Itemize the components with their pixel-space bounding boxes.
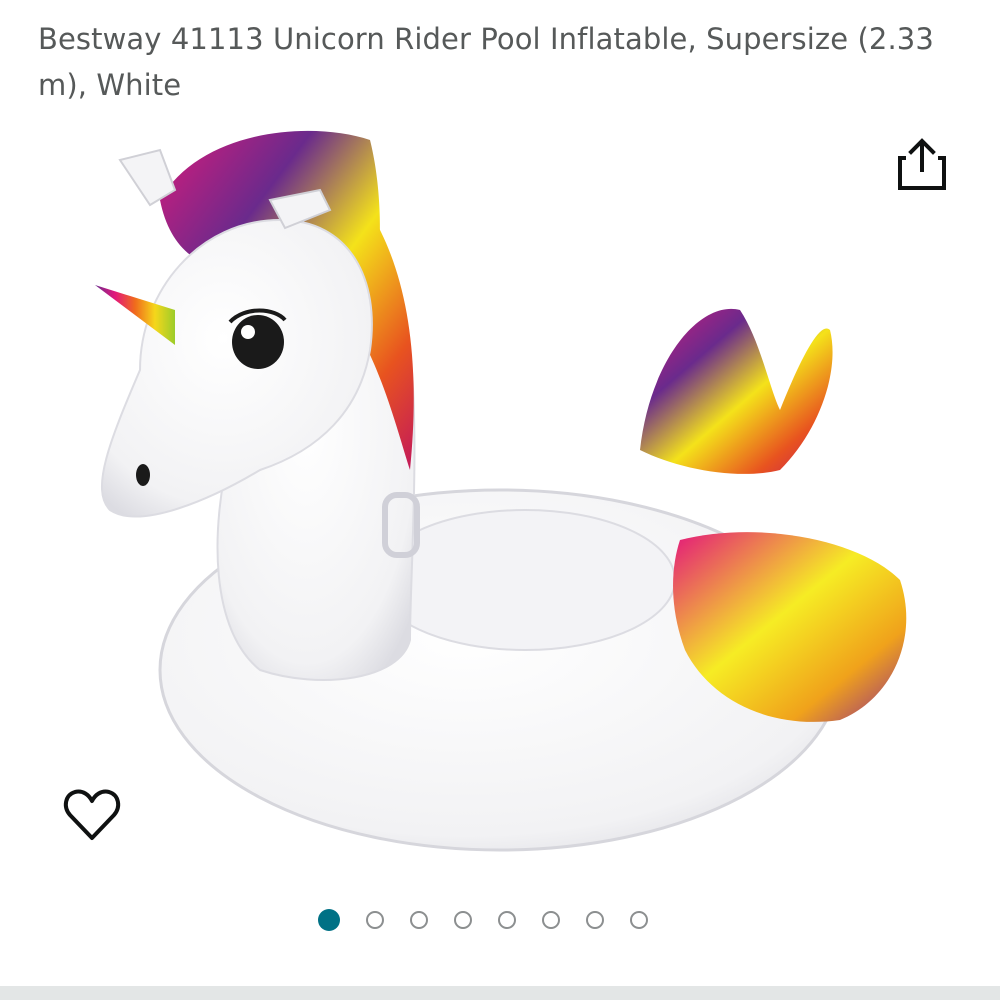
image-carousel-indicator	[318, 908, 648, 934]
carousel-dot[interactable]	[454, 911, 472, 929]
wishlist-button[interactable]	[62, 786, 122, 844]
heart-outline-icon	[63, 789, 121, 840]
carousel-dot[interactable]	[366, 911, 384, 929]
product-title: Bestway 41113 Unicorn Rider Pool Inflata…	[38, 22, 934, 102]
carousel-dot[interactable]	[498, 911, 516, 929]
carousel-dot[interactable]	[630, 911, 648, 929]
product-detail-page: Bestway 41113 Unicorn Rider Pool Inflata…	[0, 0, 1000, 1000]
carousel-dot[interactable]	[410, 911, 428, 929]
carousel-dot[interactable]	[586, 911, 604, 929]
carousel-dot[interactable]	[542, 911, 560, 929]
section-divider	[0, 986, 1000, 1000]
unicorn-float-image	[95, 130, 907, 852]
carousel-dot-active[interactable]	[318, 909, 340, 931]
product-image[interactable]	[80, 110, 920, 870]
